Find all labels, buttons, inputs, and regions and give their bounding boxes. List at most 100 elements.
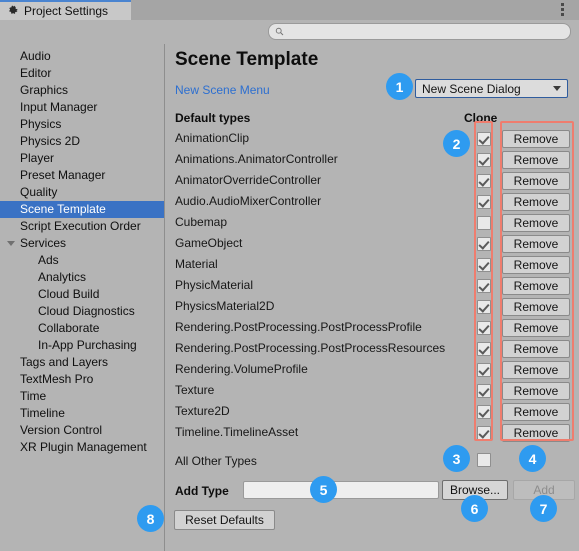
clone-checkbox[interactable] xyxy=(477,300,491,314)
remove-button[interactable]: Remove xyxy=(502,235,570,253)
all-other-types-checkbox[interactable] xyxy=(477,453,491,467)
table-row: Material Remove xyxy=(165,255,579,276)
sidebar-item-label: TextMesh Pro xyxy=(20,372,94,386)
remove-button[interactable]: Remove xyxy=(502,256,570,274)
chevron-down-icon[interactable] xyxy=(7,241,15,249)
sidebar-item-label: Physics 2D xyxy=(20,134,81,148)
search-input[interactable] xyxy=(288,24,557,39)
sidebar-item-script-execution-order[interactable]: Script Execution Order xyxy=(0,218,164,235)
table-row: Cubemap Remove xyxy=(165,213,579,234)
sidebar-item-label: Quality xyxy=(20,185,58,199)
sidebar-item-collaborate[interactable]: Collaborate xyxy=(0,320,164,337)
clone-checkbox[interactable] xyxy=(477,258,491,272)
sidebar-item-in-app-purchasing[interactable]: In-App Purchasing xyxy=(0,337,164,354)
sidebar-item-label: Analytics xyxy=(38,270,87,284)
new-scene-menu-value: New Scene Dialog xyxy=(422,81,521,96)
sidebar-item-label: Time xyxy=(20,389,47,403)
sidebar-item-audio[interactable]: Audio xyxy=(0,48,164,65)
sidebar-item-label: Scene Template xyxy=(20,202,106,216)
type-name: AnimatorOverrideController xyxy=(175,173,322,187)
new-scene-menu-link[interactable]: New Scene Menu xyxy=(175,83,270,97)
annotation-badge-7: 7 xyxy=(530,495,557,522)
sidebar-item-scene-template[interactable]: Scene Template xyxy=(0,201,164,218)
sidebar-item-graphics[interactable]: Graphics xyxy=(0,82,164,99)
sidebar-item-version-control[interactable]: Version Control xyxy=(0,422,164,439)
type-name: Cubemap xyxy=(175,215,228,229)
type-name: PhysicMaterial xyxy=(175,278,254,292)
sidebar-item-cloud-diagnostics[interactable]: Cloud Diagnostics xyxy=(0,303,164,320)
sidebar-item-ads[interactable]: Ads xyxy=(0,252,164,269)
clone-checkbox[interactable] xyxy=(477,321,491,335)
remove-button[interactable]: Remove xyxy=(502,193,570,211)
reset-defaults-button[interactable]: Reset Defaults xyxy=(174,510,275,530)
gear-icon xyxy=(7,5,19,17)
sidebar-item-physics[interactable]: Physics xyxy=(0,116,164,133)
table-row: AnimatorOverrideController Remove xyxy=(165,171,579,192)
search-box[interactable] xyxy=(268,23,571,40)
type-name: GameObject xyxy=(175,236,243,250)
add-type-field[interactable] xyxy=(243,481,439,499)
clone-checkbox[interactable] xyxy=(477,132,491,146)
window-tab-bar: Project Settings xyxy=(0,0,579,20)
remove-button[interactable]: Remove xyxy=(502,172,570,190)
type-name: Animations.AnimatorController xyxy=(175,152,338,166)
clone-checkbox[interactable] xyxy=(477,363,491,377)
sidebar-item-textmesh-pro[interactable]: TextMesh Pro xyxy=(0,371,164,388)
sidebar-nav-list: Audio Editor Graphics Input Manager Physics P… xyxy=(0,44,164,456)
sidebar-item-physics-2d[interactable]: Physics 2D xyxy=(0,133,164,150)
tab-label: Project Settings xyxy=(24,4,109,18)
sidebar-item-cloud-build[interactable]: Cloud Build xyxy=(0,286,164,303)
tab-project-settings[interactable]: Project Settings xyxy=(0,0,131,20)
sidebar-item-input-manager[interactable]: Input Manager xyxy=(0,99,164,116)
clone-checkbox[interactable] xyxy=(477,174,491,188)
remove-button[interactable]: Remove xyxy=(502,130,570,148)
annotation-badge-5: 5 xyxy=(310,476,337,503)
sidebar-item-editor[interactable]: Editor xyxy=(0,65,164,82)
table-row: Rendering.VolumeProfile Remove xyxy=(165,360,579,381)
sidebar-item-timeline[interactable]: Timeline xyxy=(0,405,164,422)
clone-checkbox[interactable] xyxy=(477,237,491,251)
add-type-input[interactable] xyxy=(244,482,438,498)
sidebar-item-xr-plugin-management[interactable]: XR Plugin Management xyxy=(0,439,164,456)
search-icon xyxy=(275,27,284,36)
clone-checkbox[interactable] xyxy=(477,342,491,356)
remove-button[interactable]: Remove xyxy=(502,361,570,379)
sidebar-item-label: Tags and Layers xyxy=(20,355,109,369)
clone-checkbox[interactable] xyxy=(477,195,491,209)
sidebar-item-services[interactable]: Services xyxy=(0,235,164,252)
remove-button[interactable]: Remove xyxy=(502,382,570,400)
new-scene-menu-dropdown[interactable]: New Scene Dialog xyxy=(415,79,568,98)
kebab-menu-icon[interactable] xyxy=(555,3,569,18)
type-name: Timeline.TimelineAsset xyxy=(175,425,299,439)
sidebar-item-label: Script Execution Order xyxy=(20,219,141,233)
clone-checkbox[interactable] xyxy=(477,405,491,419)
remove-button[interactable]: Remove xyxy=(502,319,570,337)
type-name: AnimationClip xyxy=(175,131,250,145)
all-other-types-label: All Other Types xyxy=(175,454,257,468)
clone-checkbox[interactable] xyxy=(477,426,491,440)
sidebar-item-time[interactable]: Time xyxy=(0,388,164,405)
clone-checkbox[interactable] xyxy=(477,279,491,293)
table-row: PhysicsMaterial2D Remove xyxy=(165,297,579,318)
remove-button[interactable]: Remove xyxy=(502,424,570,442)
annotation-badge-1: 1 xyxy=(386,73,413,100)
remove-button[interactable]: Remove xyxy=(502,277,570,295)
sidebar-item-player[interactable]: Player xyxy=(0,150,164,167)
clone-column-header: Clone xyxy=(464,111,498,125)
sidebar-item-quality[interactable]: Quality xyxy=(0,184,164,201)
sidebar-item-label: Graphics xyxy=(20,83,69,97)
clone-checkbox[interactable] xyxy=(477,384,491,398)
table-row: Rendering.PostProcessing.PostProcessProf… xyxy=(165,318,579,339)
remove-button[interactable]: Remove xyxy=(502,214,570,232)
sidebar-item-preset-manager[interactable]: Preset Manager xyxy=(0,167,164,184)
new-scene-menu-row: New Scene Menu xyxy=(175,83,270,97)
remove-button[interactable]: Remove xyxy=(502,403,570,421)
sidebar-item-tags-and-layers[interactable]: Tags and Layers xyxy=(0,354,164,371)
clone-checkbox[interactable] xyxy=(477,216,491,230)
clone-checkbox[interactable] xyxy=(477,153,491,167)
type-name: Rendering.PostProcessing.PostProcessProf… xyxy=(175,320,422,334)
remove-button[interactable]: Remove xyxy=(502,298,570,316)
remove-button[interactable]: Remove xyxy=(502,340,570,358)
remove-button[interactable]: Remove xyxy=(502,151,570,169)
sidebar-item-analytics[interactable]: Analytics xyxy=(0,269,164,286)
